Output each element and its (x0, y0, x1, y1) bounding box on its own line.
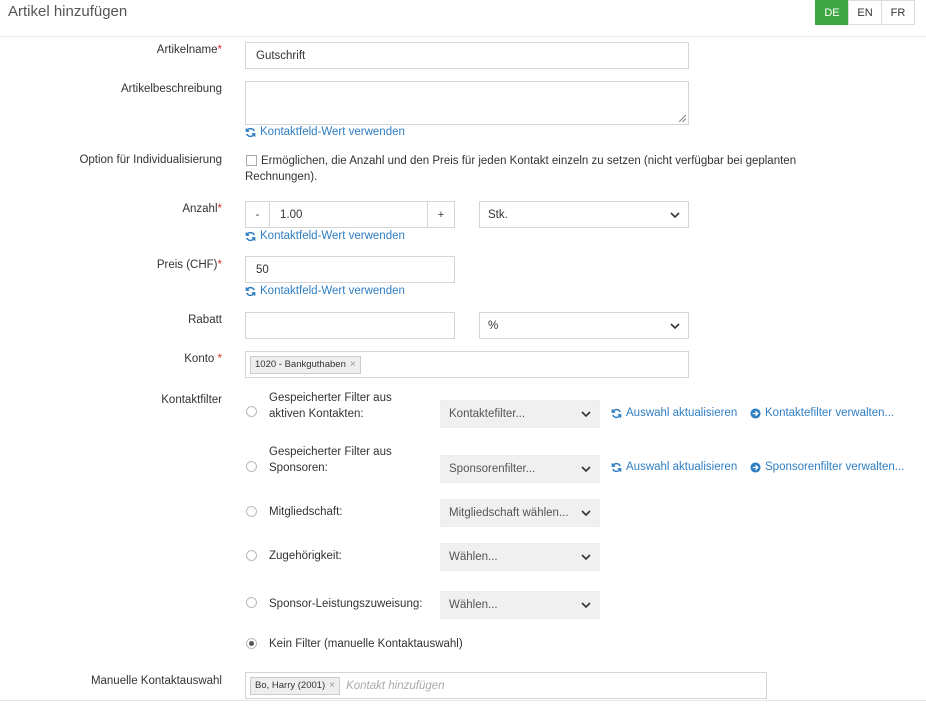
filter-radio-kontakte[interactable] (246, 406, 257, 417)
manuell-label: Manuelle Kontaktauswahl (90, 675, 222, 687)
arrow-circle-right-icon (750, 461, 761, 473)
lang-fr-button[interactable]: FR (881, 0, 915, 25)
anzahl-decrement-button[interactable]: - (245, 201, 270, 228)
refresh-icon (611, 462, 622, 472)
filter-radio-zugehoerigkeit[interactable] (246, 550, 257, 561)
required-marker: * (217, 353, 222, 365)
anzahl-unit-select[interactable]: Stk. (479, 201, 689, 228)
bottom-divider (0, 700, 926, 701)
rabatt-unit-select[interactable]: % (479, 312, 689, 339)
zugehoerigkeit-select[interactable]: Wählen... (440, 543, 600, 571)
filter-sponsor-leistung-label: Sponsor-Leistungszuweisung: (269, 598, 423, 610)
filter-sponsoren-label: Gespeicherter Filter aus Sponsoren: (269, 446, 392, 474)
filter-radio-sponsor-leistung[interactable] (246, 597, 257, 608)
header-divider (0, 36, 926, 37)
anzahl-contact-link[interactable]: Kontaktfeld-Wert verwenden (245, 230, 405, 242)
filter-kein-filter-label: Kein Filter (manuelle Kontaktauswahl) (269, 638, 463, 650)
page-title: Artikel hinzufügen (8, 3, 128, 20)
artikelname-input[interactable]: Gutschrift (245, 42, 689, 69)
required-marker: * (217, 259, 222, 271)
filter-radio-sponsoren[interactable] (246, 461, 257, 472)
artikelname-label: Artikelname* (156, 44, 222, 56)
individualisierung-label: Option für Individualisierung (79, 154, 222, 166)
kontakte-refresh-link[interactable]: Auswahl aktualisieren (611, 407, 737, 419)
konto-tag: 1020 - Bankguthaben × (250, 355, 361, 374)
required-marker: * (217, 44, 222, 56)
chevron-down-icon (581, 411, 591, 417)
filter-radio-mitgliedschaft[interactable] (246, 506, 257, 517)
chevron-down-icon (670, 211, 680, 218)
beschreibung-contact-link[interactable]: Kontaktfeld-Wert verwenden (245, 126, 405, 138)
contact-tag: Bo, Harry (2001) × (250, 676, 341, 695)
remove-tag-icon[interactable]: × (350, 359, 356, 370)
anzahl-input[interactable]: 1.00 (269, 201, 428, 228)
beschreibung-textarea[interactable] (245, 81, 689, 125)
kontaktefilter-select[interactable]: Kontaktefilter... (440, 400, 600, 428)
refresh-icon (245, 127, 256, 137)
chevron-down-icon (581, 602, 591, 608)
chevron-down-icon (581, 466, 591, 472)
sponsorenfilter-select[interactable]: Sponsorenfilter... (440, 455, 600, 483)
preis-contact-link[interactable]: Kontaktfeld-Wert verwenden (245, 285, 405, 297)
required-marker: * (217, 203, 222, 215)
preis-label: Preis (CHF)* (156, 259, 222, 271)
lang-de-button[interactable]: DE (815, 0, 849, 25)
arrow-circle-right-icon (750, 407, 761, 419)
konto-select[interactable]: 1020 - Bankguthaben × (245, 351, 689, 378)
konto-label: Konto * (184, 353, 222, 365)
anzahl-label: Anzahl* (182, 203, 222, 215)
rabatt-input[interactable] (245, 312, 455, 339)
individualisierung-text: Ermöglichen, die Anzahl und den Preis fü… (245, 155, 797, 183)
chevron-down-icon (581, 554, 591, 560)
lang-en-button[interactable]: EN (848, 0, 882, 25)
chevron-down-icon (581, 510, 591, 516)
sponsoren-manage-link[interactable]: Sponsorenfilter verwalten... (750, 461, 904, 473)
sponsor-leistung-select[interactable]: Wählen... (440, 591, 600, 619)
mitgliedschaft-select[interactable]: Mitgliedschaft wählen... (440, 499, 600, 527)
refresh-icon (611, 408, 622, 418)
preis-input[interactable]: 50 (245, 256, 455, 283)
language-switcher: DE EN FR (815, 0, 915, 25)
remove-tag-icon[interactable]: × (329, 680, 335, 691)
kontaktfilter-label: Kontaktfilter (161, 394, 222, 406)
filter-zugehoerigkeit-label: Zugehörigkeit: (269, 550, 342, 562)
chevron-down-icon (670, 322, 680, 329)
filter-kontakte-label: Gespeicherter Filter aus aktiven Kontakt… (269, 392, 392, 420)
resize-handle[interactable] (679, 115, 686, 122)
sponsoren-refresh-link[interactable]: Auswahl aktualisieren (611, 461, 737, 473)
kontakte-manage-link[interactable]: Kontaktefilter verwalten... (750, 407, 894, 419)
refresh-icon (245, 231, 256, 241)
add-contact-placeholder: Kontakt hinzufügen (346, 679, 445, 692)
rabatt-label: Rabatt (188, 314, 222, 326)
refresh-icon (245, 286, 256, 296)
anzahl-increment-button[interactable]: + (427, 201, 455, 228)
beschreibung-label: Artikelbeschreibung (120, 83, 222, 95)
filter-mitgliedschaft-label: Mitgliedschaft: (269, 506, 343, 518)
filter-radio-kein-filter[interactable] (246, 638, 257, 649)
manuell-contact-input[interactable]: Bo, Harry (2001) × Kontakt hinzufügen (245, 672, 767, 699)
